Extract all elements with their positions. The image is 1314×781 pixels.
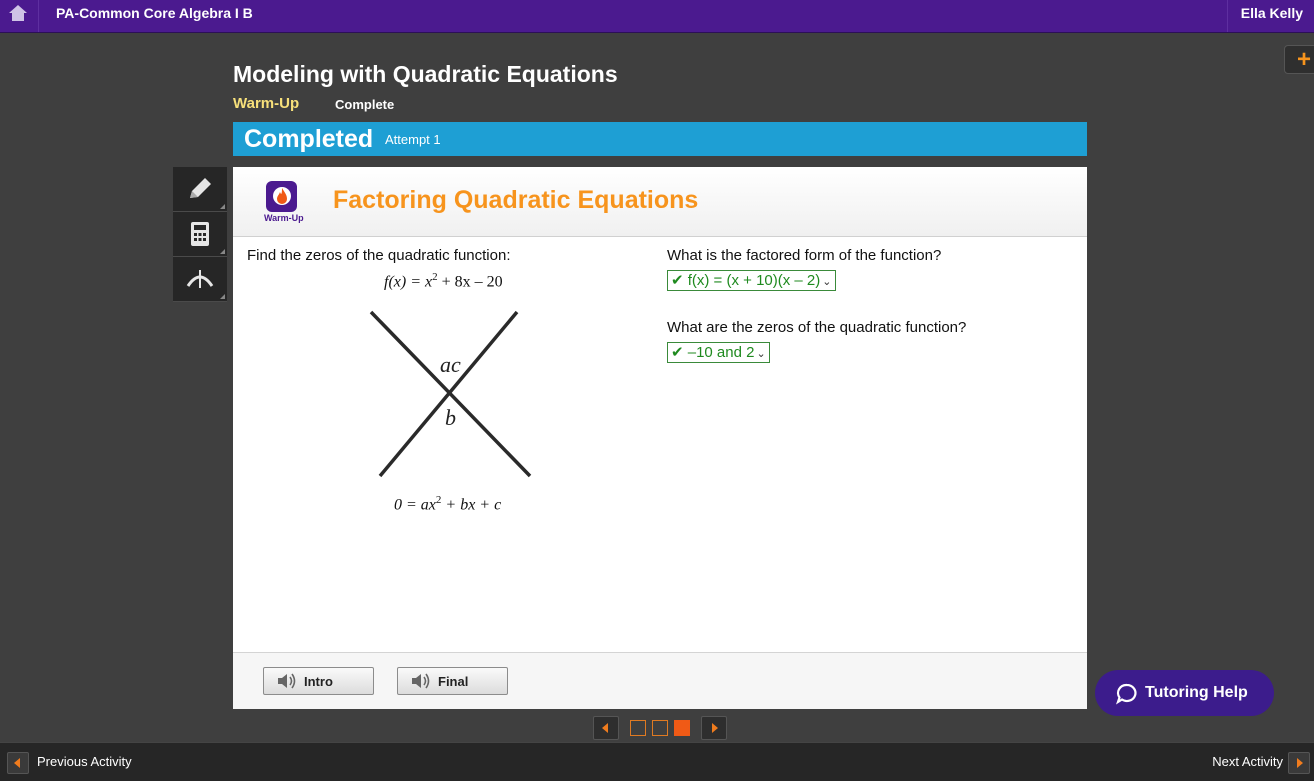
x-factor-diagram: ac b bbox=[369, 310, 532, 478]
question-prompt: What are the zeros of the quadratic func… bbox=[667, 319, 967, 336]
diagram-top-label: ac bbox=[440, 352, 461, 377]
graph-icon bbox=[186, 270, 214, 288]
chevron-down-icon: ⌄ bbox=[756, 348, 766, 360]
arrow-left-icon bbox=[14, 758, 20, 768]
calculator-icon bbox=[191, 222, 209, 246]
next-page-button[interactable] bbox=[701, 716, 727, 740]
previous-activity-link[interactable]: Previous Activity bbox=[37, 754, 132, 769]
intro-label: Intro bbox=[304, 674, 333, 689]
speaker-icon bbox=[278, 673, 296, 689]
pencil-tool-button[interactable] bbox=[173, 167, 227, 212]
tool-corner bbox=[220, 204, 225, 209]
user-name[interactable]: Ella Kelly bbox=[1241, 5, 1303, 21]
pencil-icon bbox=[190, 178, 211, 198]
divider bbox=[1227, 0, 1228, 32]
arrow-left-icon bbox=[602, 723, 608, 733]
selected-answer: ✔ f(x) = (x + 10)(x – 2) bbox=[671, 272, 821, 289]
previous-activity-button[interactable] bbox=[7, 752, 29, 774]
tool-corner bbox=[220, 294, 225, 299]
final-audio-button[interactable]: Final bbox=[397, 667, 508, 695]
course-title[interactable]: PA-Common Core Algebra I B bbox=[56, 5, 253, 21]
zeros-dropdown[interactable]: ✔ –10 and 2 ⌄ bbox=[667, 342, 770, 363]
page-indicator-3[interactable] bbox=[674, 720, 690, 736]
panel-footer: Intro Final bbox=[233, 652, 1087, 709]
function-lhs: f(x) = x bbox=[384, 273, 433, 291]
tool-corner bbox=[220, 249, 225, 254]
calculator-tool-button[interactable] bbox=[173, 212, 227, 257]
function-rhs: + 8x – 20 bbox=[437, 273, 503, 291]
final-label: Final bbox=[438, 674, 469, 689]
chat-bubble-icon bbox=[1116, 683, 1137, 705]
status-label: Complete bbox=[335, 97, 395, 112]
arrow-right-icon bbox=[712, 723, 718, 733]
diagram-middle-label: b bbox=[445, 405, 456, 430]
page-title: Modeling with Quadratic Equations bbox=[233, 61, 618, 87]
equation-lhs: 0 = ax bbox=[394, 496, 436, 514]
previous-page-button[interactable] bbox=[593, 716, 619, 740]
expand-button[interactable]: + bbox=[1284, 45, 1314, 74]
panel-header: Warm-Up Factoring Quadratic Equations bbox=[233, 167, 1087, 237]
equation-rhs: + bx + c bbox=[441, 496, 502, 514]
bottom-bar: Previous Activity Next Activity bbox=[0, 742, 1314, 781]
flame-icon bbox=[273, 187, 291, 205]
plus-icon: + bbox=[1297, 46, 1312, 73]
warm-up-caption: Warm-Up bbox=[264, 213, 304, 223]
page-indicator-1[interactable] bbox=[630, 720, 646, 736]
quadratic-function: f(x) = x2 + 8x – 20 bbox=[384, 271, 503, 291]
diagram-line bbox=[378, 310, 519, 478]
graph-tool-button[interactable] bbox=[173, 257, 227, 302]
completed-status: Completed bbox=[244, 125, 374, 153]
tool-palette bbox=[173, 167, 227, 302]
activity-panel: Warm-Up Factoring Quadratic Equations Fi… bbox=[233, 167, 1087, 709]
top-bar: PA-Common Core Algebra I B Ella Kelly bbox=[0, 0, 1314, 33]
question-prompt: What is the factored form of the functio… bbox=[667, 247, 942, 264]
completed-banner: Completed Attempt 1 bbox=[233, 122, 1087, 156]
tutoring-help-label: Tutoring Help bbox=[1145, 684, 1248, 701]
chevron-down-icon: ⌄ bbox=[822, 276, 832, 288]
next-activity-button[interactable] bbox=[1288, 752, 1310, 774]
selected-answer: ✔ –10 and 2 bbox=[671, 344, 755, 361]
page-indicator-2[interactable] bbox=[652, 720, 668, 736]
warm-up-icon bbox=[266, 181, 297, 212]
section-title: Factoring Quadratic Equations bbox=[333, 186, 699, 214]
intro-audio-button[interactable]: Intro bbox=[263, 667, 374, 695]
next-activity-link[interactable]: Next Activity bbox=[1212, 754, 1283, 769]
speaker-icon bbox=[412, 673, 430, 689]
tutoring-help-button[interactable]: Tutoring Help bbox=[1095, 670, 1274, 716]
attempt-label: Attempt 1 bbox=[385, 132, 441, 147]
arrow-right-icon bbox=[1297, 758, 1303, 768]
standard-form-equation: 0 = ax2 + bx + c bbox=[394, 494, 501, 514]
activity-label: Warm-Up bbox=[233, 95, 300, 112]
home-icon bbox=[9, 5, 27, 21]
factored-form-dropdown[interactable]: ✔ f(x) = (x + 10)(x – 2) ⌄ bbox=[667, 270, 836, 291]
home-button[interactable] bbox=[0, 0, 39, 32]
question-prompt: Find the zeros of the quadratic function… bbox=[247, 247, 511, 264]
